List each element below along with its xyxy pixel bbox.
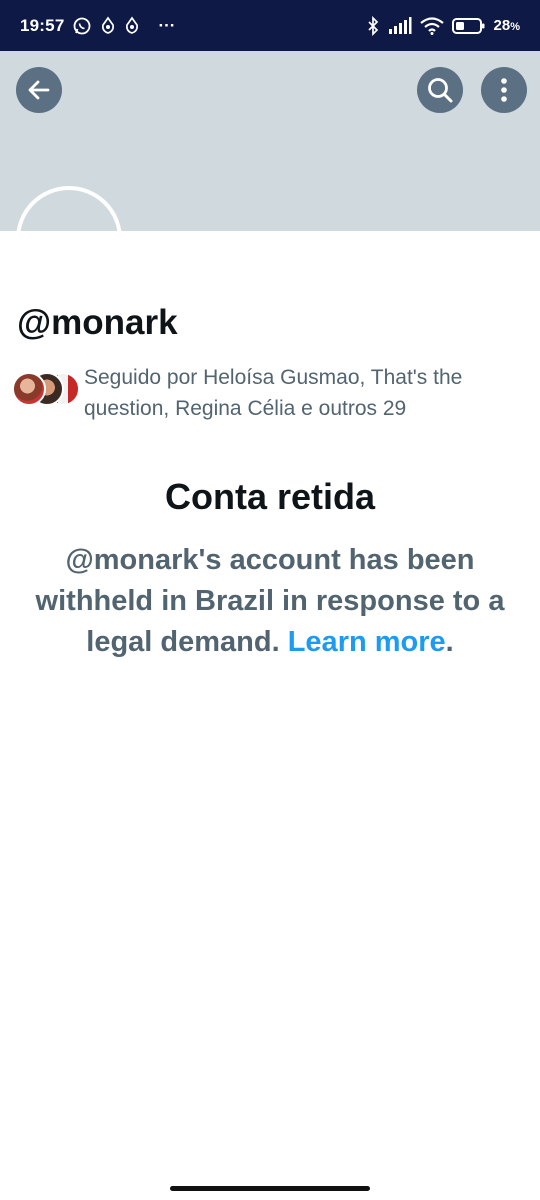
search-icon [428, 78, 453, 103]
app-notification-icon [124, 16, 140, 36]
status-right: 28% [366, 15, 520, 36]
avatar-clip [16, 186, 122, 231]
withheld-message-block: @monark's account has been withheld in B… [30, 540, 510, 663]
bluetooth-icon [366, 15, 380, 36]
learn-more-link[interactable]: Learn more [288, 626, 446, 658]
withheld-period: . [445, 626, 454, 658]
status-left: 19:57 ··· [20, 16, 175, 36]
battery-icon [451, 17, 486, 35]
back-arrow-icon [28, 80, 50, 100]
more-vertical-icon [501, 78, 507, 102]
status-overflow: ··· [158, 15, 176, 35]
followed-by-text: Seguido por Heloísa Gusmao, That's the q… [84, 366, 463, 420]
avatar[interactable] [16, 186, 122, 231]
signal-icon [388, 16, 412, 35]
followed-by[interactable]: Seguido por Heloísa Gusmao, That's the q… [12, 362, 532, 432]
withheld-title: Conta retida [164, 476, 376, 517]
battery-percent: 28% [493, 17, 520, 34]
follower-avatar [12, 372, 46, 406]
status-bar: 19:57 ··· 28% [0, 0, 540, 51]
status-time: 19:57 [20, 15, 65, 35]
home-indicator[interactable] [170, 1186, 370, 1191]
whatsapp-icon [72, 16, 92, 36]
app-notification-icon [100, 16, 116, 36]
back-button[interactable] [16, 67, 62, 113]
profile-handle: @monark [17, 303, 178, 342]
more-options-button[interactable] [481, 67, 527, 113]
wifi-icon [419, 16, 444, 35]
search-button[interactable] [417, 67, 463, 113]
